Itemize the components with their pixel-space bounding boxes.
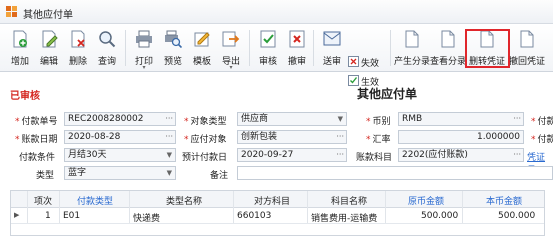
col-type-name[interactable]: 类型名称 (166, 194, 202, 207)
approve-check-icon (260, 30, 276, 48)
cell-orig-amount[interactable]: 500.000 (421, 211, 458, 221)
page-title: 其他应付单 (357, 87, 418, 101)
cell-seq[interactable]: 1 (45, 211, 51, 221)
cell-local-amount[interactable]: 500.000 (498, 211, 535, 221)
cell-pay-type[interactable]: E01 (63, 211, 80, 221)
col-account-name[interactable]: 科目名称 (331, 194, 367, 207)
app-grid-icon (6, 6, 17, 17)
search-icon (99, 31, 116, 48)
col-account[interactable]: 对方科目 (254, 194, 290, 207)
due-date-field[interactable]: 2020-09-27 ··· (237, 148, 347, 162)
export-button[interactable]: 导出 ▾ (216, 28, 246, 71)
rate-field[interactable]: 1.000000 (398, 130, 524, 144)
withdraw-voucher-label: 撤回凭证 (508, 57, 545, 67)
window-title: 其他应付单 (23, 10, 73, 21)
currency-label: * 币别 (366, 117, 391, 127)
object-type-select[interactable]: 供应商 ▼ (237, 112, 347, 126)
highlight-box (465, 29, 510, 68)
account-label: 账款科目 (356, 153, 393, 163)
generate-entries-label: 产生分录 (393, 57, 430, 67)
template-icon (194, 32, 210, 47)
status-badge: 已审核 (10, 91, 40, 102)
unapprove-label: 撤审 (287, 57, 306, 67)
document-icon (520, 30, 534, 48)
cell-type-name[interactable]: 快递费 (133, 211, 160, 224)
col-pay-type[interactable]: 付款类型 (77, 194, 113, 207)
withdraw-voucher-button[interactable]: 撤回凭证 (509, 28, 545, 68)
object-type-label: * 对象类型 (184, 117, 227, 127)
toolbar-separator (390, 30, 391, 66)
view-entries-label: 查看分录 (429, 57, 466, 67)
rate-label: * 汇率 (366, 135, 391, 145)
col-local-amount[interactable]: 本币金额 (486, 194, 522, 207)
submit-review-button[interactable]: 送审 (317, 28, 347, 68)
generate-entries-button[interactable]: 产生分录 (394, 28, 430, 68)
type-label: 类型 (36, 171, 55, 181)
table-row[interactable]: ▶ 1 E01 快递费 660103 销售费用-运输费 500.000 500.… (11, 208, 544, 224)
unapprove-button[interactable]: 撤审 (282, 28, 312, 68)
printer-icon (136, 30, 152, 48)
export-dropdown-caret[interactable]: ▾ (216, 64, 246, 71)
pay-date-label: * 账款日期 (15, 135, 58, 145)
pay-object-label: * 应付对象 (184, 135, 227, 145)
submit-review-icon (323, 31, 341, 46)
add-icon (13, 30, 27, 48)
terms-select[interactable]: 月结30天 ▼ (64, 148, 176, 162)
query-label: 查询 (97, 57, 116, 67)
edit-icon (42, 30, 58, 48)
print-preview-icon (165, 30, 182, 48)
type-select[interactable]: 蓝字 ▼ (64, 166, 176, 180)
query-button[interactable]: 查询 (92, 28, 122, 68)
export-icon (222, 31, 240, 47)
document-icon (405, 30, 419, 48)
pay-no-field[interactable]: REC2008280002 ··· (64, 112, 176, 126)
window-titlebar: 其他应付单 (0, 0, 553, 24)
account-field[interactable]: 2202(应付账款) ··· (398, 148, 524, 162)
cell-account[interactable]: 660103 (237, 211, 271, 221)
grid-header: 项次 付款类型 类型名称 对方科目 科目名称 原币金额 本币金额 (11, 191, 544, 208)
cell-account-name[interactable]: 销售费用-运输费 (311, 211, 377, 224)
document-icon (441, 30, 455, 48)
pay-date-field[interactable]: 2020-08-28 ··· (64, 130, 176, 144)
pay-no-label: * 付款单号 (15, 117, 58, 127)
note-label: 备注 (210, 171, 229, 181)
note-field[interactable] (237, 166, 553, 180)
pay-dept-label: *付款部 (531, 135, 553, 145)
col-orig-amount[interactable]: 原币金额 (408, 194, 444, 207)
terms-label: 付款条件 (19, 153, 56, 163)
currency-field[interactable]: RMB ··· (398, 112, 524, 126)
submit-review-label: 送审 (322, 57, 341, 67)
detail-grid: 项次 付款类型 类型名称 对方科目 科目名称 原币金额 本币金额 ▶ 1 E01… (10, 190, 545, 236)
pay-object-field[interactable]: 创新包装 ··· (237, 130, 347, 144)
invalidate-icon (348, 56, 359, 67)
row-pointer-icon: ▶ (14, 211, 20, 219)
col-seq[interactable]: 项次 (34, 194, 52, 207)
due-date-label: 预计付款日 (182, 153, 228, 163)
invalidate-label: 失效 (361, 59, 380, 69)
pay-cut-label: * 付款 (531, 117, 553, 127)
view-entries-button[interactable]: 查看分录 (430, 28, 466, 68)
delete-icon (71, 30, 85, 48)
unapprove-x-icon (289, 30, 305, 48)
invalidate-button[interactable]: 失效 (348, 55, 386, 69)
